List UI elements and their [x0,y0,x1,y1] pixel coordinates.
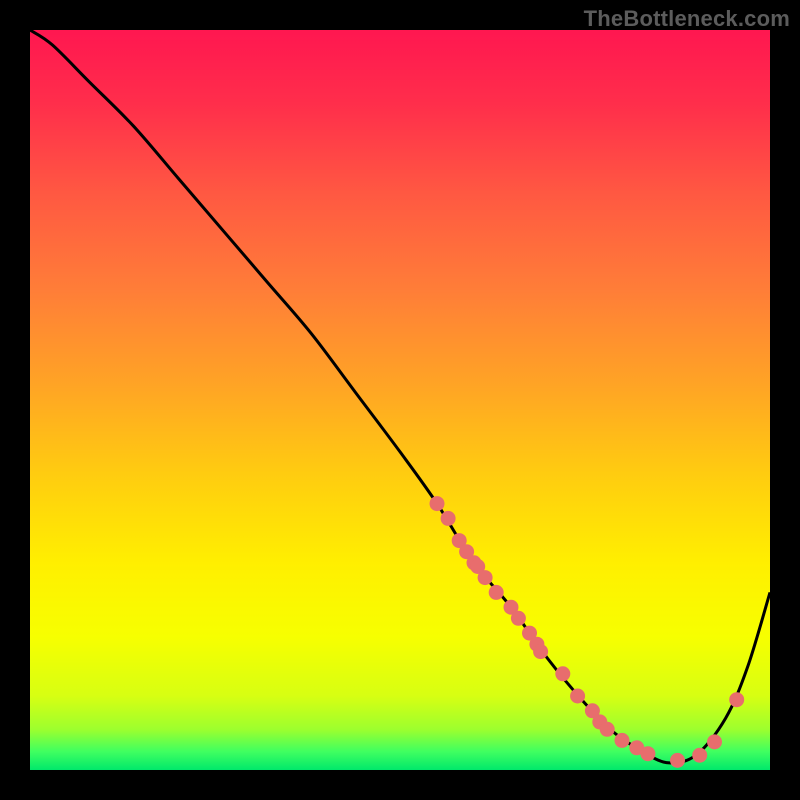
highlight-dot [600,722,615,737]
highlight-dot [489,585,504,600]
highlight-dot [640,746,655,761]
highlight-dot [511,611,526,626]
highlight-dot [729,692,744,707]
highlight-dot [555,666,570,681]
highlight-dot [533,644,548,659]
bottleneck-curve [30,30,770,763]
highlight-dot [570,689,585,704]
watermark-text: TheBottleneck.com [584,6,790,32]
highlight-dots-group [430,496,745,768]
highlight-dot [441,511,456,526]
highlight-dot [707,734,722,749]
outer-frame: TheBottleneck.com [0,0,800,800]
highlight-dot [670,753,685,768]
highlight-dot [430,496,445,511]
highlight-dot [692,748,707,763]
highlight-dot [615,733,630,748]
plot-area [30,30,770,770]
highlight-dot [478,570,493,585]
chart-layer [30,30,770,770]
